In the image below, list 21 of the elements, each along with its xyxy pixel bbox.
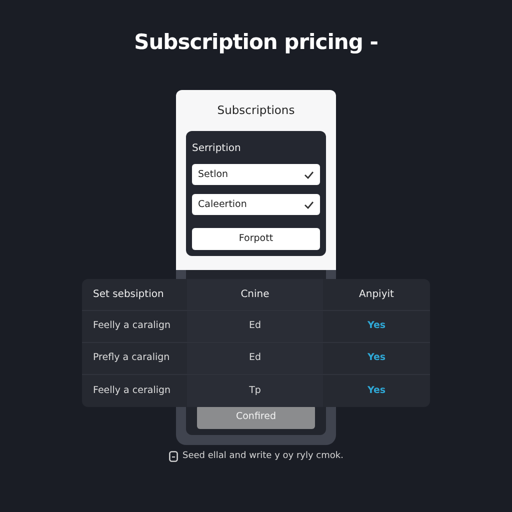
table-cell: Ed xyxy=(187,311,323,342)
footer-note: Seed ellal and write y oy ryly cmok. xyxy=(182,450,344,463)
select-field[interactable]: Setlon xyxy=(192,164,320,186)
card-title: Subscriptions xyxy=(216,102,296,119)
table-cell-text: Feelly a ceralign xyxy=(92,384,172,398)
column-header: Cnine xyxy=(187,279,323,310)
select-value: Setlon xyxy=(198,168,228,182)
column-header: Anpiyit xyxy=(358,288,395,302)
page-title: Subscription pricing - xyxy=(133,29,379,56)
forpott-button[interactable]: Forpott xyxy=(192,228,320,250)
table-cell-text: Prefly a caralign xyxy=(92,351,171,366)
panel-label: Serription xyxy=(192,142,242,156)
column-header: Set sebsiption xyxy=(92,288,165,302)
table-cell-text: Yes xyxy=(366,351,387,366)
table-cell-text: Yes xyxy=(366,384,387,398)
table-cell-text: Yes xyxy=(366,319,387,334)
table-cell-text: Feelly a caralign xyxy=(92,319,172,334)
table-cell: Tp xyxy=(187,375,323,407)
select-value: Caleertion xyxy=(198,198,247,212)
select-field[interactable]: Caleertion xyxy=(192,194,320,216)
table-cell: Ed xyxy=(187,343,323,374)
